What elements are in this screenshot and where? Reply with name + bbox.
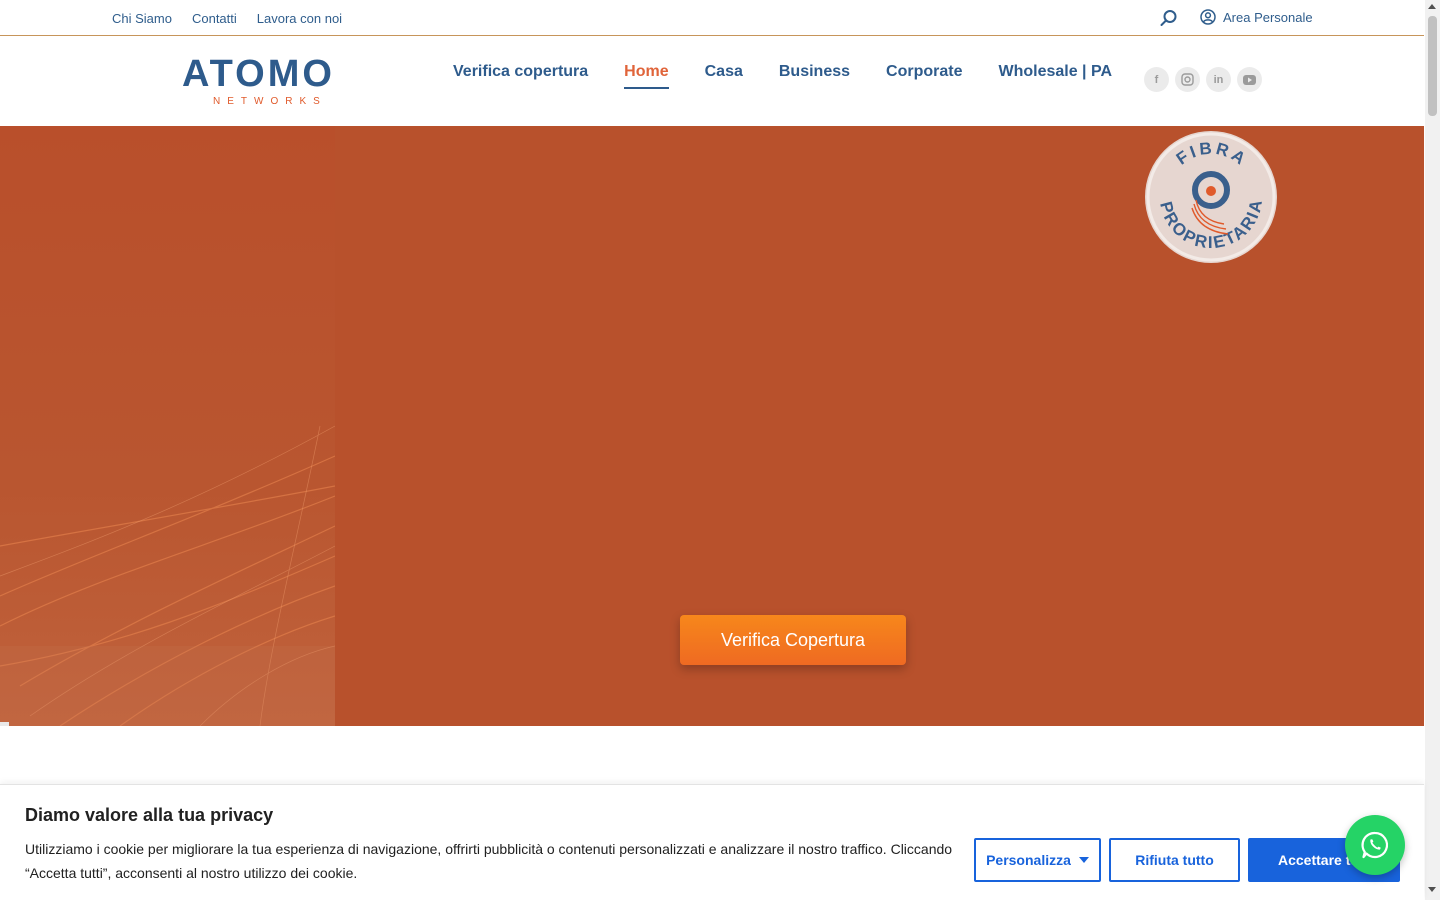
link-lavora-con-noi[interactable]: Lavora con noi: [257, 11, 342, 26]
nav-verifica-copertura[interactable]: Verifica copertura: [453, 63, 588, 81]
page-scrollbar[interactable]: [1425, 0, 1440, 900]
personalizza-label: Personalizza: [986, 852, 1071, 868]
top-utility-bar: Chi Siamo Contatti Lavora con noi Area P…: [0, 0, 1424, 36]
search-icon[interactable]: [1160, 9, 1178, 27]
logo-subtitle: NETWORKS: [213, 96, 327, 107]
scroll-down-arrow-icon[interactable]: [1428, 887, 1436, 892]
rifiuta-tutto-button[interactable]: Rifiuta tutto: [1109, 838, 1240, 882]
cookie-consent-banner: Diamo valore alla tua privacy Utilizziam…: [0, 784, 1424, 900]
link-chi-siamo[interactable]: Chi Siamo: [112, 11, 172, 26]
scroll-up-arrow-icon[interactable]: [1428, 4, 1436, 9]
facebook-icon[interactable]: f: [1144, 67, 1169, 92]
nav-wholesale-pa[interactable]: Wholesale | PA: [998, 63, 1112, 81]
social-links: f in: [1144, 67, 1262, 92]
hero-slider: FIBRA PROPRIETARIA Verifica Copertura: [0, 126, 1424, 726]
atomo-networks-logo[interactable]: ATOMO NETWORKS: [182, 55, 346, 109]
personalizza-button[interactable]: Personalizza: [974, 838, 1101, 882]
caret-down-icon: [1078, 857, 1089, 863]
utility-links: Chi Siamo Contatti Lavora con noi: [112, 11, 342, 26]
whatsapp-chat-button[interactable]: [1345, 815, 1405, 875]
user-circle-icon: [1200, 9, 1216, 25]
link-contatti[interactable]: Contatti: [192, 11, 237, 26]
nav-business[interactable]: Business: [779, 63, 850, 81]
nav-casa[interactable]: Casa: [705, 63, 743, 81]
cookie-text: Utilizziamo i cookie per migliorare la t…: [25, 841, 953, 881]
area-personale-link[interactable]: Area Personale: [1200, 9, 1313, 25]
verifica-copertura-button[interactable]: Verifica Copertura: [680, 615, 906, 665]
instagram-icon[interactable]: [1175, 67, 1200, 92]
main-nav: Verifica copertura Home Casa Business Co…: [453, 63, 1112, 89]
main-header: ATOMO NETWORKS Verifica copertura Home C…: [0, 37, 1424, 126]
fibra-proprietaria-badge: FIBRA PROPRIETARIA: [1145, 131, 1277, 263]
logo-wordmark: ATOMO: [182, 53, 335, 95]
youtube-icon[interactable]: [1237, 67, 1262, 92]
linkedin-icon[interactable]: in: [1206, 67, 1231, 92]
cookie-title: Diamo valore alla tua privacy: [25, 805, 274, 825]
hero-fiber-image: [0, 126, 335, 726]
nav-home[interactable]: Home: [624, 63, 670, 89]
scrollbar-thumb[interactable]: [1428, 16, 1437, 116]
whatsapp-icon: [1361, 831, 1389, 859]
nav-corporate[interactable]: Corporate: [886, 63, 962, 81]
area-personale-label: Area Personale: [1223, 9, 1313, 25]
slider-indicator[interactable]: [0, 722, 9, 726]
